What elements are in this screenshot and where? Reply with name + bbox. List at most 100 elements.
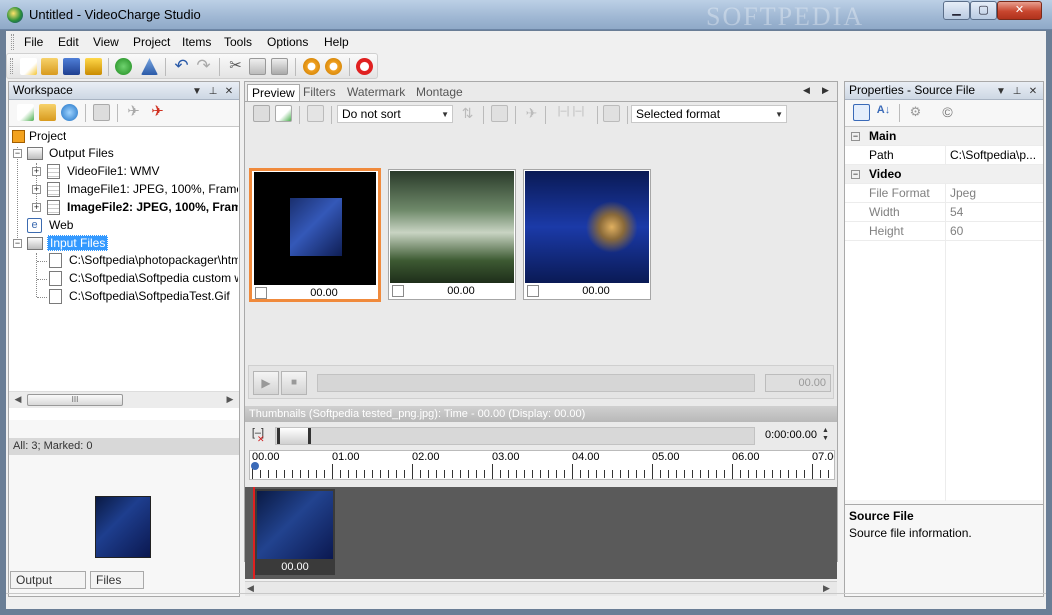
thumbnail-checkbox[interactable] bbox=[255, 287, 267, 299]
format-select[interactable]: Selected format ▼ bbox=[631, 105, 787, 123]
tab-scroll-left-icon[interactable]: ◀ bbox=[803, 85, 810, 96]
tab-watermark[interactable]: Watermark bbox=[343, 84, 409, 101]
wizard-icon[interactable] bbox=[141, 58, 158, 75]
pin-icon[interactable]: ⊥ bbox=[207, 83, 219, 100]
zoom-in-icon[interactable] bbox=[303, 58, 320, 75]
property-row[interactable]: Path C:\Softpedia\p... bbox=[845, 146, 1043, 165]
dropdown-icon[interactable]: ▼ bbox=[995, 83, 1007, 100]
menu-view[interactable]: View bbox=[93, 35, 119, 49]
dropdown-icon[interactable]: ▼ bbox=[191, 83, 203, 100]
add-folder-icon[interactable] bbox=[39, 104, 56, 121]
app-icon[interactable] bbox=[7, 7, 23, 23]
play-button[interactable]: ▶ bbox=[253, 371, 279, 395]
timeline-range-slider[interactable] bbox=[275, 427, 755, 445]
cut-icon[interactable]: ✂ bbox=[227, 58, 244, 75]
title-bar[interactable]: Untitled - VideoCharge Studio SOFTPEDIA … bbox=[0, 0, 1052, 31]
menu-grip[interactable] bbox=[11, 34, 14, 50]
group-main[interactable]: − Main bbox=[845, 127, 1043, 146]
property-value[interactable]: 60 bbox=[945, 222, 1043, 240]
tree-output-item[interactable]: VideoFile1: WMV bbox=[67, 164, 237, 178]
copy-icon[interactable] bbox=[249, 58, 266, 75]
tree-input-files[interactable]: Input Files bbox=[47, 235, 109, 251]
zoom-out-icon[interactable] bbox=[325, 58, 342, 75]
stop-button[interactable]: ■ bbox=[281, 371, 307, 395]
scroll-right-icon[interactable]: ▶ bbox=[223, 394, 237, 406]
player-time-field[interactable]: 00.00 bbox=[765, 374, 831, 392]
pin-icon[interactable]: ⊥ bbox=[1011, 83, 1023, 100]
collapse-icon[interactable]: − bbox=[13, 239, 22, 248]
menu-items[interactable]: Items bbox=[182, 35, 211, 49]
scroll-left-icon[interactable]: ◀ bbox=[11, 394, 25, 406]
new-project-icon[interactable] bbox=[20, 58, 37, 75]
menu-edit[interactable]: Edit bbox=[58, 35, 79, 49]
close-icon[interactable]: ✕ bbox=[1027, 83, 1039, 100]
properties-icon[interactable] bbox=[93, 104, 110, 121]
menu-tools[interactable]: Tools bbox=[224, 35, 252, 49]
thumbnail-checkbox[interactable] bbox=[392, 285, 404, 297]
add-output-icon[interactable] bbox=[17, 104, 34, 121]
frame-icon[interactable] bbox=[491, 105, 508, 122]
tree-output-files[interactable]: Output Files bbox=[49, 146, 114, 160]
tree-input-item[interactable]: C:\Softpedia\SoftpediaTest.Gif bbox=[69, 289, 238, 303]
tab-output[interactable]: Output bbox=[10, 571, 86, 589]
tree-h-scrollbar[interactable]: ◀ III ▶ bbox=[9, 391, 239, 408]
frame-track[interactable]: 00.00 bbox=[245, 487, 837, 579]
tree-input-item[interactable]: C:\Softpedia\Softpedia custom w bbox=[69, 271, 238, 285]
close-button[interactable]: ✕ bbox=[997, 1, 1042, 20]
playhead-marker-icon[interactable] bbox=[251, 462, 259, 470]
tab-preview[interactable]: Preview bbox=[247, 84, 300, 101]
add-web-icon[interactable] bbox=[61, 104, 78, 121]
tab-files[interactable]: Files bbox=[90, 571, 144, 589]
redo-icon[interactable]: ↷ bbox=[195, 57, 212, 75]
save-all-icon[interactable] bbox=[85, 58, 102, 75]
tab-filters[interactable]: Filters bbox=[299, 84, 340, 101]
sort-az-icon[interactable]: ⇅ bbox=[459, 105, 476, 122]
close-icon[interactable]: ✕ bbox=[223, 83, 235, 100]
open-folder-icon[interactable] bbox=[41, 58, 58, 75]
tree-input-item[interactable]: C:\Softpedia\photopackager\html bbox=[69, 253, 238, 267]
add-frame-icon[interactable] bbox=[275, 105, 292, 122]
thumbnail-card[interactable]: 00.00 bbox=[249, 168, 381, 302]
thumbnail-card[interactable]: 00.00 bbox=[523, 169, 651, 300]
undo-icon[interactable]: ↶ bbox=[173, 57, 190, 75]
save-icon[interactable] bbox=[63, 58, 80, 75]
categorized-icon[interactable] bbox=[853, 104, 870, 121]
paste-icon[interactable] bbox=[271, 58, 288, 75]
range-handle[interactable] bbox=[277, 428, 311, 444]
expand-icon[interactable]: + bbox=[32, 185, 41, 194]
range-icon[interactable]: |–| |–| bbox=[551, 105, 591, 122]
sort-select[interactable]: Do not sort ▼ bbox=[337, 105, 453, 123]
scroll-thumb[interactable]: III bbox=[27, 394, 123, 406]
tab-montage[interactable]: Montage bbox=[412, 84, 467, 101]
expand-icon[interactable]: + bbox=[32, 167, 41, 176]
time-spinner-icon[interactable]: ▲ ▼ bbox=[822, 427, 829, 443]
delete-icon[interactable]: ✕ bbox=[257, 434, 267, 444]
tree-output-item[interactable]: ImageFile2: JPEG, 100%, Frame: 0 bbox=[67, 200, 238, 214]
copyright-icon[interactable]: © bbox=[939, 104, 956, 121]
add-thumbnail-icon[interactable] bbox=[253, 105, 270, 122]
minimize-button[interactable]: ▁ bbox=[943, 1, 970, 20]
effects-icon[interactable]: ✈ bbox=[125, 104, 142, 121]
run-icon[interactable] bbox=[115, 58, 132, 75]
property-value[interactable]: 54 bbox=[945, 203, 1043, 221]
property-pages-icon[interactable]: ⚙ bbox=[907, 104, 924, 121]
property-value[interactable]: Jpeg bbox=[945, 184, 1043, 202]
collapse-icon[interactable]: − bbox=[13, 149, 22, 158]
property-row[interactable]: File Format Jpeg bbox=[845, 184, 1043, 203]
timeline-ruler[interactable]: 00.0001.0002.0003.0004.0005.0006.0007.00 bbox=[249, 450, 835, 480]
copy-frame-icon[interactable] bbox=[307, 105, 324, 122]
collapse-icon[interactable]: − bbox=[851, 170, 860, 179]
tree-web[interactable]: Web bbox=[49, 218, 73, 232]
maximize-button[interactable]: ▢ bbox=[970, 1, 997, 20]
effects-icon[interactable]: ✈ bbox=[523, 105, 540, 122]
remove-effects-icon[interactable]: ✈ bbox=[149, 104, 166, 121]
playback-slider[interactable] bbox=[317, 374, 755, 392]
property-row[interactable]: Width 54 bbox=[845, 203, 1043, 222]
thumbnail-checkbox[interactable] bbox=[527, 285, 539, 297]
thumbnail-card[interactable]: 00.00 bbox=[388, 169, 516, 300]
time-value[interactable]: 0:00:00.00 bbox=[765, 429, 817, 441]
menu-options[interactable]: Options bbox=[267, 35, 308, 49]
menu-project[interactable]: Project bbox=[133, 35, 170, 49]
property-value[interactable]: C:\Softpedia\p... bbox=[945, 146, 1043, 164]
expand-icon[interactable]: + bbox=[32, 203, 41, 212]
